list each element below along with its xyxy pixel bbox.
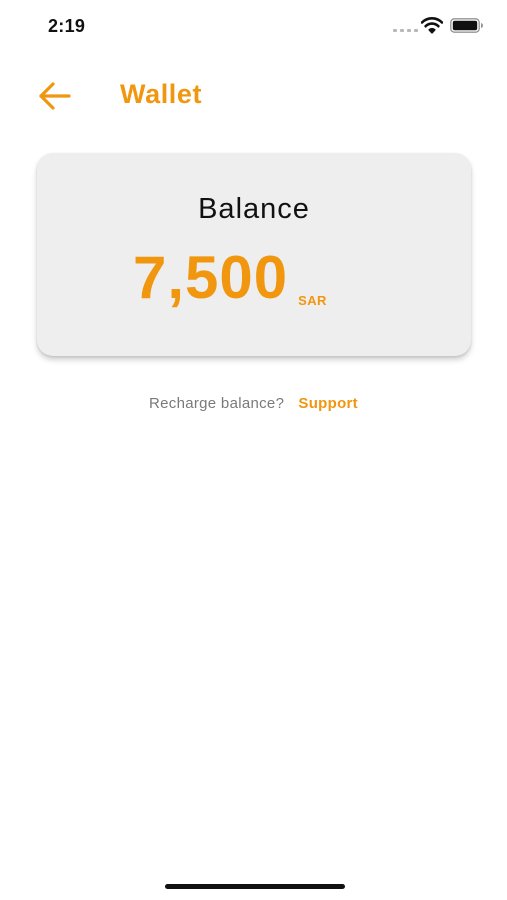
page-title: Wallet bbox=[120, 79, 203, 109]
signal-icon bbox=[393, 29, 418, 32]
battery-icon bbox=[450, 18, 483, 33]
status-bar: 2:19 bbox=[0, 0, 507, 54]
back-button[interactable] bbox=[34, 78, 74, 114]
wallet-screen: 2:19 Wallet Balance 7,500 SAR Recharge b… bbox=[0, 0, 507, 900]
home-indicator[interactable] bbox=[165, 884, 345, 889]
arrow-left-icon bbox=[39, 82, 71, 110]
support-link[interactable]: Support bbox=[298, 395, 358, 412]
wifi-icon bbox=[421, 17, 443, 34]
status-time: 2:19 bbox=[48, 16, 86, 36]
balance-amount: 7,500 bbox=[133, 244, 289, 311]
balance-card: Balance 7,500 SAR bbox=[37, 153, 471, 356]
balance-amount-row: 7,500 SAR bbox=[133, 245, 327, 311]
recharge-prompt: Recharge balance? bbox=[149, 395, 285, 412]
recharge-row: Recharge balance? Support bbox=[0, 395, 507, 412]
balance-label: Balance bbox=[198, 193, 310, 225]
balance-currency: SAR bbox=[298, 293, 327, 308]
